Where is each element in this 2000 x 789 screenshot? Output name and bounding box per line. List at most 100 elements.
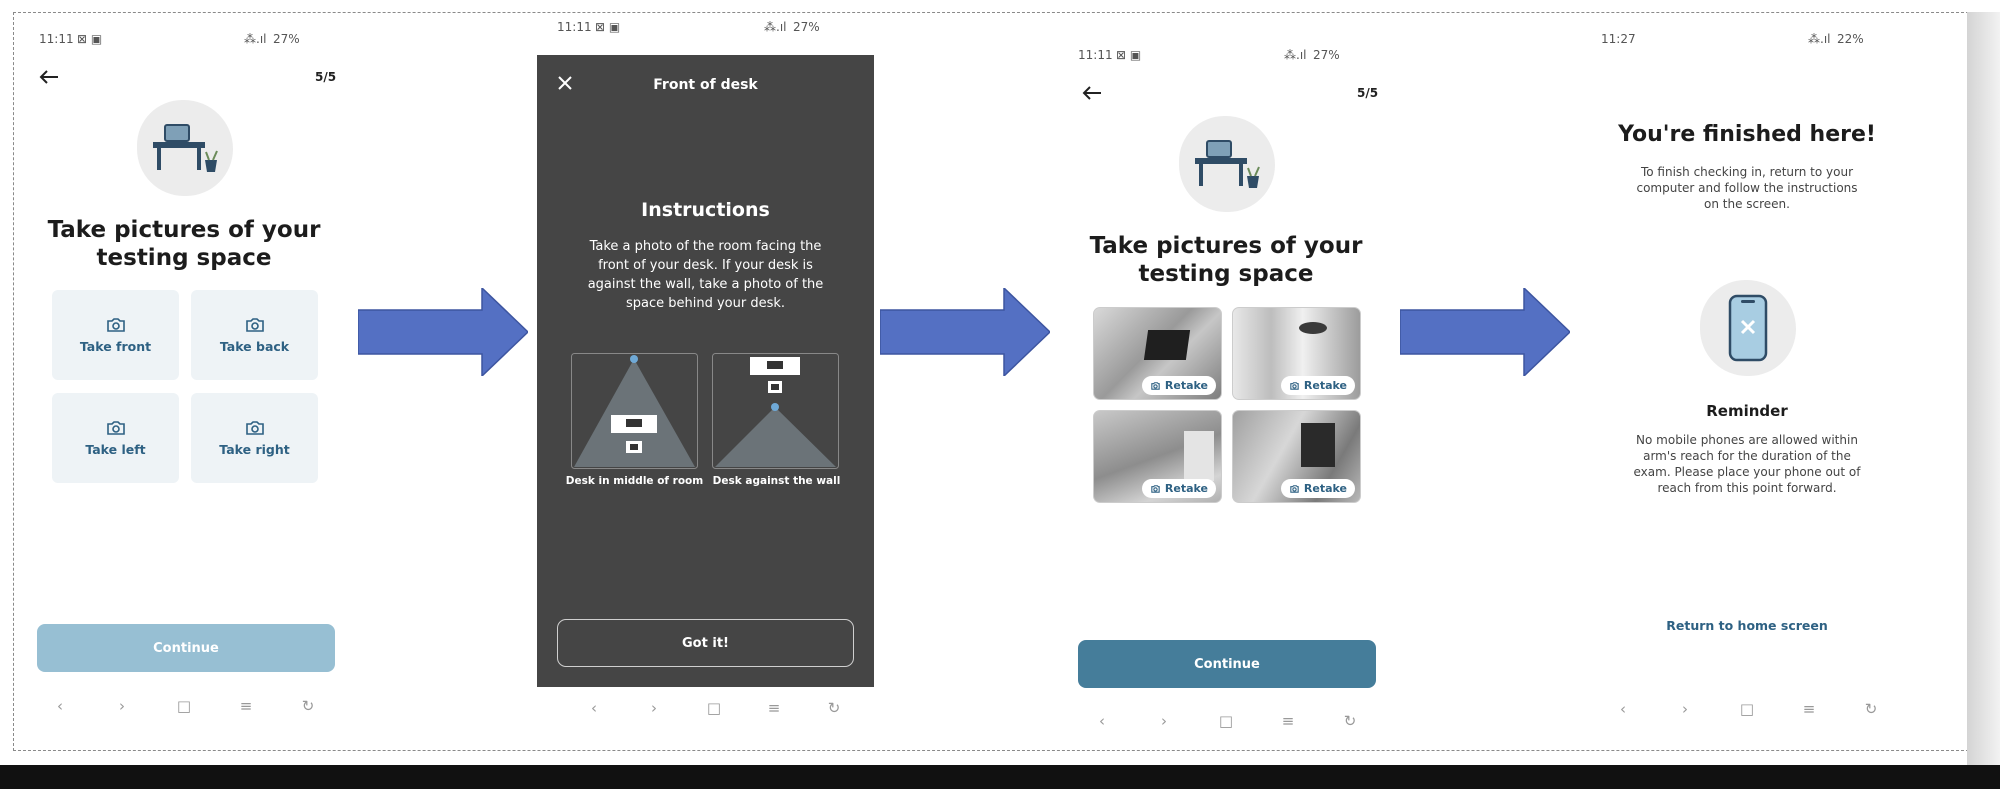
menu-icon[interactable]: ≡ — [759, 699, 789, 717]
flow-arrow-2 — [880, 288, 1050, 376]
frame-shadow — [1967, 12, 2000, 765]
back-arrow-icon[interactable] — [1081, 84, 1103, 102]
square-icon[interactable]: □ — [1211, 712, 1241, 730]
refresh-icon[interactable]: ↻ — [293, 697, 323, 715]
screen-finished: 11:27 ⁂.ıl 22% You're finished here! To … — [1592, 12, 1902, 749]
got-it-button[interactable]: Got it! — [557, 619, 854, 667]
system-nav-bar: ‹ › □ ≡ ↻ — [1592, 700, 1902, 718]
retake-icon — [1290, 382, 1299, 390]
chevron-left-icon[interactable]: ‹ — [45, 697, 75, 715]
continue-button-disabled[interactable]: Continue — [37, 624, 335, 672]
chevron-left-icon[interactable]: ‹ — [1608, 700, 1638, 718]
system-nav-bar: ‹ › □ ≡ ↻ — [29, 697, 339, 715]
retake-label: Retake — [1303, 482, 1347, 495]
desk-wall-diagram — [712, 353, 839, 469]
retake-left-button[interactable]: Retake — [1141, 479, 1216, 498]
chevron-right-icon[interactable]: › — [1149, 712, 1179, 730]
status-time: 11:27 — [1601, 32, 1636, 46]
page-title: Take pictures of your testing space — [47, 217, 321, 271]
battery-level: 22% — [1837, 32, 1864, 46]
chevron-right-icon[interactable]: › — [107, 697, 137, 715]
reminder-body: No mobile phones are allowed within arm'… — [1633, 433, 1861, 495]
monitor-shape — [1301, 423, 1335, 467]
diagram-right-label: Desk against the wall — [712, 475, 841, 487]
bottom-bar — [0, 765, 2000, 789]
take-right-label: Take right — [219, 441, 290, 457]
status-icons: ⊠ ▣ — [1116, 48, 1142, 62]
camera-icon — [106, 420, 125, 435]
diagram-left-label: Desk in middle of room — [565, 475, 704, 487]
take-left-label: Take left — [85, 441, 146, 457]
laptop-shape — [1143, 330, 1191, 360]
step-counter: 5/5 — [1357, 86, 1379, 100]
retake-right-button[interactable]: Retake — [1280, 479, 1355, 498]
take-left-button[interactable]: Take left — [52, 393, 179, 483]
menu-icon[interactable]: ≡ — [1273, 712, 1303, 730]
desk-icon — [1195, 140, 1260, 188]
status-time: 11:11 — [1078, 48, 1113, 62]
no-phone-illustration — [1700, 280, 1796, 376]
refresh-icon[interactable]: ↻ — [1335, 712, 1365, 730]
screen-take-pictures-empty: 11:11 ⊠ ▣ ⁂.ıl 27% 5/5 Take pictures of … — [29, 12, 339, 749]
battery-level: 27% — [273, 32, 300, 46]
retake-label: Retake — [1164, 379, 1208, 392]
retake-label: Retake — [1164, 482, 1208, 495]
camera-icon — [245, 317, 264, 332]
instructions-title: Instructions — [641, 199, 770, 221]
window-shape — [1184, 431, 1214, 481]
continue-button[interactable]: Continue — [1078, 640, 1376, 688]
status-icons: ⊠ ▣ — [595, 20, 621, 34]
battery-level: 27% — [793, 20, 820, 34]
no-phone-icon — [1728, 294, 1768, 362]
menu-icon[interactable]: ≡ — [231, 697, 261, 715]
system-nav-bar: ‹ › □ ≡ ↻ — [564, 699, 864, 717]
desk-icon — [153, 124, 218, 172]
retake-icon — [1151, 485, 1160, 493]
signal-icon: ⁂.ıl — [764, 20, 787, 34]
chevron-right-icon[interactable]: › — [1670, 700, 1700, 718]
square-icon[interactable]: □ — [699, 699, 729, 717]
status-icons: ⊠ ▣ — [77, 32, 103, 46]
chevron-right-icon[interactable]: › — [639, 699, 669, 717]
camera-icon — [106, 317, 125, 332]
chevron-left-icon[interactable]: ‹ — [1087, 712, 1117, 730]
desk-illustration — [137, 100, 233, 196]
finished-subtitle: To finish checking in, return to your co… — [1636, 165, 1858, 211]
menu-icon[interactable]: ≡ — [1794, 700, 1824, 718]
instructions-body: Take a photo of the room facing the fron… — [587, 239, 824, 311]
right-photo: Retake — [1232, 410, 1361, 503]
square-icon[interactable]: □ — [169, 697, 199, 715]
screen-take-pictures-complete: 11:11 ⊠ ▣ ⁂.ıl 27% 5/5 Take pictures of … — [1071, 12, 1381, 749]
take-right-button[interactable]: Take right — [191, 393, 318, 483]
retake-back-button[interactable]: Retake — [1280, 376, 1355, 395]
desk-illustration — [1179, 116, 1275, 212]
front-photo: Retake — [1093, 307, 1222, 400]
page-title: Take pictures of your testing space — [1089, 233, 1363, 287]
back-arrow-icon[interactable] — [38, 68, 60, 86]
signal-icon: ⁂.ıl — [244, 32, 267, 46]
chevron-left-icon[interactable]: ‹ — [579, 699, 609, 717]
retake-front-button[interactable]: Retake — [1141, 376, 1216, 395]
battery-level: 27% — [1313, 48, 1340, 62]
return-home-link[interactable]: Return to home screen — [1592, 618, 1902, 633]
camera-icon — [245, 420, 264, 435]
take-back-label: Take back — [219, 338, 290, 354]
take-back-button[interactable]: Take back — [191, 290, 318, 380]
lamp-shape — [1299, 322, 1327, 334]
take-front-button[interactable]: Take front — [52, 290, 179, 380]
retake-label: Retake — [1303, 379, 1347, 392]
status-time: 11:11 — [39, 32, 74, 46]
flow-arrow-3 — [1400, 288, 1570, 376]
signal-icon: ⁂.ıl — [1284, 48, 1307, 62]
refresh-icon[interactable]: ↻ — [1856, 700, 1886, 718]
signal-icon: ⁂.ıl — [1808, 32, 1831, 46]
retake-icon — [1151, 382, 1160, 390]
flow-arrow-1 — [358, 288, 528, 376]
take-front-label: Take front — [79, 338, 152, 354]
instructions-screen: Front of desk Instructions Take a photo … — [537, 55, 874, 687]
step-counter: 5/5 — [315, 70, 337, 84]
refresh-icon[interactable]: ↻ — [819, 699, 849, 717]
square-icon[interactable]: □ — [1732, 700, 1762, 718]
retake-icon — [1290, 485, 1299, 493]
finished-title: You're finished here! — [1618, 122, 1876, 147]
